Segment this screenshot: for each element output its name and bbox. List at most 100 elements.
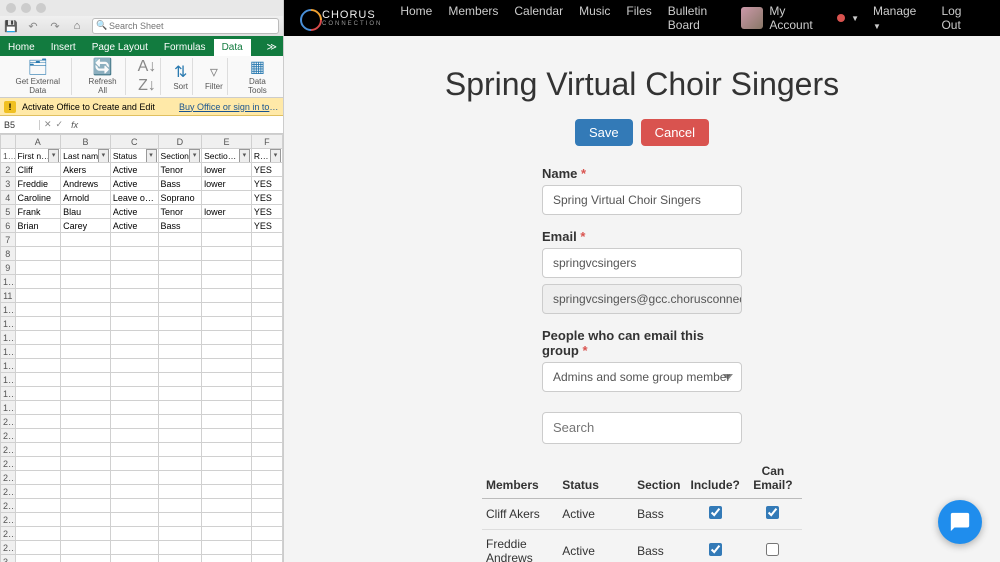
cell[interactable] [15,555,61,562]
cell[interactable] [202,401,252,415]
can-email-checkbox[interactable] [766,543,779,556]
cell[interactable] [158,373,202,387]
filter-header[interactable]: First nam [15,149,61,163]
cell[interactable]: Tenor [158,163,202,177]
cell[interactable] [61,373,111,387]
sort-button[interactable]: ⇅Sort [169,58,193,95]
cell[interactable] [110,555,158,562]
cell[interactable]: Caroline [15,191,61,205]
cell[interactable] [202,373,252,387]
cell[interactable] [158,387,202,401]
email-input[interactable] [542,248,742,278]
brand-logo[interactable]: CHORUSCONNECTION [300,9,382,27]
filter-header[interactable]: Section sp [202,149,252,163]
cell[interactable]: Active [110,219,158,233]
cell[interactable] [202,359,252,373]
accept-formula-icon[interactable]: ✓ [56,119,64,130]
filter-header[interactable]: Section [158,149,202,163]
name-input[interactable] [542,185,742,215]
cell[interactable] [61,471,111,485]
filter-header[interactable]: RSVP [251,149,282,163]
cell[interactable] [251,261,282,275]
cell[interactable]: Akers [61,163,111,177]
cell[interactable] [61,499,111,513]
cell[interactable] [158,429,202,443]
cell[interactable] [15,331,61,345]
cancel-formula-icon[interactable]: ✕ [44,119,52,130]
name-box[interactable]: B5 [0,120,40,130]
cell[interactable] [61,359,111,373]
tab-page-layout[interactable]: Page Layout [84,39,156,56]
cell[interactable] [251,233,282,247]
cell[interactable]: Carey [61,219,111,233]
cell[interactable] [110,247,158,261]
cell[interactable] [110,233,158,247]
cancel-button[interactable]: Cancel [641,119,709,146]
cell[interactable] [15,261,61,275]
cell[interactable] [61,429,111,443]
cell[interactable] [202,485,252,499]
cell[interactable] [15,471,61,485]
cell[interactable]: Active [110,163,158,177]
cell[interactable] [110,443,158,457]
cell[interactable] [251,317,282,331]
cell[interactable] [15,429,61,443]
cell[interactable] [158,317,202,331]
cell[interactable] [61,275,111,289]
cell[interactable] [158,345,202,359]
cell[interactable] [251,289,282,303]
cell[interactable] [158,331,202,345]
col-header[interactable]: D [158,135,202,149]
cell[interactable]: Cliff [15,163,61,177]
data-tools-button[interactable]: ▦Data Tools [236,58,279,95]
cell[interactable] [202,443,252,457]
permissions-select[interactable]: Admins and some group members [542,362,742,392]
cell[interactable] [202,247,252,261]
cell[interactable] [251,513,282,527]
cell[interactable] [158,555,202,562]
cell[interactable]: YES [251,219,282,233]
cell[interactable] [202,289,252,303]
cell[interactable]: lower [202,205,252,219]
cell[interactable] [110,429,158,443]
cell[interactable] [158,457,202,471]
cell[interactable] [15,275,61,289]
cell[interactable] [110,527,158,541]
cell[interactable] [158,527,202,541]
col-header[interactable]: C [110,135,158,149]
cell[interactable] [202,317,252,331]
sort-az-icon[interactable]: A↓ [138,58,157,76]
cell[interactable] [202,513,252,527]
cell[interactable] [158,275,202,289]
max-dot[interactable] [36,3,46,13]
cell[interactable] [158,289,202,303]
save-icon[interactable]: 💾 [4,19,18,33]
cell[interactable] [251,443,282,457]
cell[interactable] [251,457,282,471]
cell[interactable] [202,541,252,555]
cell[interactable] [158,471,202,485]
sort-za-icon[interactable]: Z↓ [138,77,156,95]
cell[interactable] [15,289,61,303]
cell[interactable]: lower [202,163,252,177]
cell[interactable] [158,401,202,415]
spreadsheet-grid[interactable]: ABCDEF1First namLast namStatusSectionSec… [0,134,283,562]
cell[interactable] [202,429,252,443]
cell[interactable] [158,541,202,555]
cell[interactable] [251,499,282,513]
cell[interactable] [251,527,282,541]
cell[interactable] [15,513,61,527]
tab-data[interactable]: Data [214,39,251,56]
cell[interactable] [202,387,252,401]
cell[interactable] [61,303,111,317]
cell[interactable] [15,387,61,401]
nav-link-files[interactable]: Files [626,4,651,32]
home-icon[interactable]: ⌂ [70,19,84,33]
cell[interactable] [110,541,158,555]
cell[interactable] [61,443,111,457]
refresh-all-button[interactable]: 🔄Refresh All [80,58,125,95]
cell[interactable] [110,499,158,513]
cell[interactable] [202,415,252,429]
cell[interactable] [251,415,282,429]
cell[interactable]: Tenor [158,205,202,219]
